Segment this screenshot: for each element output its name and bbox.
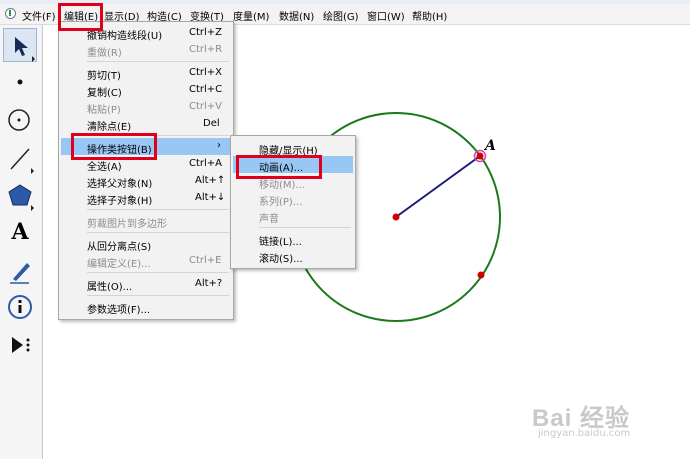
toolbox: A bbox=[0, 25, 43, 459]
circle-icon bbox=[8, 109, 30, 131]
menu-window[interactable]: 窗口(W) bbox=[367, 8, 405, 23]
menu-item-properties[interactable]: 属性(O)... Alt+? bbox=[61, 275, 231, 293]
menu-item-label: 选择父对象(N) bbox=[87, 179, 153, 190]
highlight-edit-menu bbox=[58, 3, 103, 31]
menu-item-select-parents[interactable]: 选择父对象(N) Alt+↑ bbox=[61, 172, 231, 190]
submenu-item-scroll[interactable]: 滚动(S)... bbox=[233, 247, 353, 265]
app-icon[interactable] bbox=[5, 8, 16, 19]
menu-item-redo[interactable]: 重做(R) Ctrl+R bbox=[61, 41, 231, 59]
custom-tool[interactable] bbox=[3, 328, 37, 362]
menu-separator bbox=[87, 209, 229, 210]
menu-item-label: 复制(C) bbox=[87, 88, 122, 99]
menu-item-label: 全选(A) bbox=[87, 162, 122, 173]
submenu-item-series[interactable]: 系列(P)... bbox=[233, 190, 353, 208]
baidu-watermark: Bai 经验 jingyan.baidu.com bbox=[532, 398, 630, 439]
point-a[interactable] bbox=[476, 152, 484, 160]
radius-segment[interactable] bbox=[395, 155, 481, 218]
menu-item-shortcut: Alt+↓ bbox=[195, 192, 226, 203]
menu-item-shortcut: Ctrl+Z bbox=[189, 27, 223, 38]
submenu-arrow-icon: › bbox=[217, 140, 221, 151]
menu-item-select-children[interactable]: 选择子对象(H) Alt+↓ bbox=[61, 189, 231, 207]
pen-icon bbox=[10, 263, 30, 284]
menu-separator bbox=[87, 272, 229, 273]
menu-item-copy[interactable]: 复制(C) Ctrl+C bbox=[61, 81, 231, 99]
segment-icon bbox=[10, 148, 34, 174]
menu-item-label: 清除点(E) bbox=[87, 122, 132, 133]
menu-item-shortcut: Ctrl+V bbox=[189, 101, 223, 112]
menu-data[interactable]: 数据(N) bbox=[279, 8, 314, 23]
menu-item-paste[interactable]: 粘贴(P) Ctrl+V bbox=[61, 98, 231, 116]
straightedge-tool[interactable] bbox=[3, 141, 37, 175]
center-point[interactable] bbox=[392, 213, 400, 221]
menu-item-crop-picture[interactable]: 剪裁图片到多边形 bbox=[61, 212, 231, 230]
menu-item-shortcut: Del bbox=[203, 118, 220, 129]
menu-graph[interactable]: 绘图(G) bbox=[323, 8, 359, 23]
menu-separator bbox=[259, 227, 351, 228]
point-tool[interactable] bbox=[3, 65, 37, 99]
menu-item-label: 剪裁图片到多边形 bbox=[87, 219, 167, 230]
marker-tool[interactable] bbox=[3, 253, 37, 287]
highlight-action-buttons bbox=[71, 133, 157, 160]
menu-item-label: 剪切(T) bbox=[87, 71, 121, 82]
menu-measure[interactable]: 度量(M) bbox=[233, 8, 269, 23]
menu-help[interactable]: 帮助(H) bbox=[412, 8, 447, 23]
menu-item-shortcut: Alt+? bbox=[195, 278, 223, 289]
menu-item-label: 编辑定义(E)... bbox=[87, 259, 151, 270]
menu-item-shortcut: Ctrl+A bbox=[189, 158, 223, 169]
compass-tool[interactable] bbox=[3, 103, 37, 137]
menu-item-shortcut: Ctrl+X bbox=[189, 67, 223, 78]
menu-item-label: 声音 bbox=[259, 214, 279, 225]
point-icon bbox=[17, 79, 23, 85]
custom-tools-icon bbox=[12, 337, 30, 353]
text-a-icon: A bbox=[11, 219, 29, 245]
highlight-animation bbox=[236, 155, 322, 179]
menu-item-label: 属性(O)... bbox=[87, 282, 133, 293]
menu-item-edit-definition[interactable]: 编辑定义(E)... Ctrl+E bbox=[61, 252, 231, 270]
menu-item-label: 粘贴(P) bbox=[87, 105, 121, 116]
circle-point[interactable] bbox=[477, 271, 485, 279]
menu-item-shortcut: Ctrl+C bbox=[189, 84, 223, 95]
menu-separator bbox=[87, 232, 229, 233]
menu-item-shortcut: Alt+↑ bbox=[195, 175, 226, 186]
menu-separator bbox=[87, 61, 229, 62]
submenu-item-hide-show[interactable]: 隐藏/显示(H) bbox=[233, 139, 353, 157]
information-tool[interactable] bbox=[3, 290, 37, 324]
submenu-item-link[interactable]: 链接(L)... bbox=[233, 230, 353, 248]
menu-item-label: 参数选项(F)... bbox=[87, 305, 151, 316]
menu-separator bbox=[87, 295, 229, 296]
menu-item-cut[interactable]: 剪切(T) Ctrl+X bbox=[61, 64, 231, 82]
arrow-select-icon bbox=[15, 37, 35, 62]
menu-item-shortcut: Ctrl+E bbox=[189, 255, 222, 266]
edit-menu: 撤销构造线段(U) Ctrl+Z 重做(R) Ctrl+R 剪切(T) Ctrl… bbox=[58, 21, 234, 320]
text-tool[interactable]: A bbox=[3, 215, 37, 249]
menu-item-clear-point[interactable]: 清除点(E) Del bbox=[61, 115, 231, 133]
arrow-tool[interactable] bbox=[3, 28, 37, 62]
watermark-url: jingyan.baidu.com bbox=[538, 428, 631, 439]
menu-item-shortcut: Ctrl+R bbox=[189, 44, 223, 55]
polygon-icon bbox=[8, 184, 34, 211]
menu-item-preferences[interactable]: 参数选项(F)... bbox=[61, 298, 231, 316]
submenu-item-sound[interactable]: 声音 bbox=[233, 207, 353, 225]
menu-item-label: 选择子对象(H) bbox=[87, 196, 153, 207]
point-a-label[interactable]: A bbox=[485, 138, 496, 154]
menu-item-label: 重做(R) bbox=[87, 48, 122, 59]
menu-item-split-point[interactable]: 从回分离点(S) bbox=[61, 235, 231, 253]
menu-item-label: 链接(L)... bbox=[259, 237, 302, 248]
menu-item-label: 系列(P)... bbox=[259, 197, 303, 208]
menu-file[interactable]: 文件(F) bbox=[22, 8, 56, 23]
menu-item-label: 从回分离点(S) bbox=[87, 242, 152, 253]
menu-item-label: 滚动(S)... bbox=[259, 254, 303, 265]
polygon-tool[interactable] bbox=[3, 178, 37, 212]
info-icon bbox=[8, 295, 32, 319]
